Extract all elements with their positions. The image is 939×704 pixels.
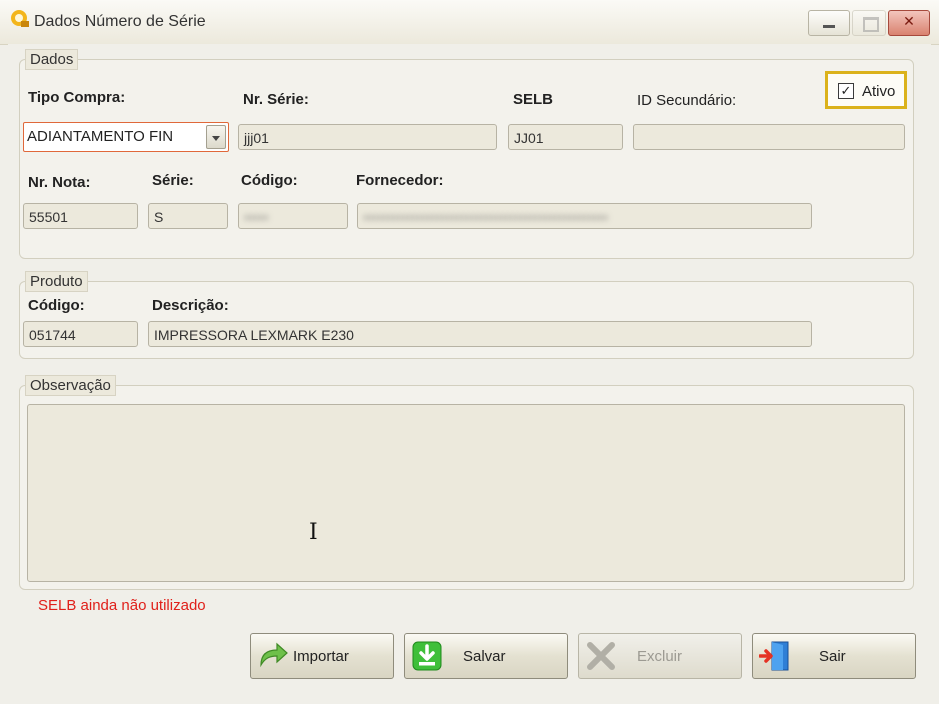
window-content: Dados Tipo Compra: ADIANTAMENTO FIN Nr. … (8, 44, 931, 696)
tipo-compra-value: ADIANTAMENTO FIN (27, 128, 174, 145)
exit-door-icon (759, 641, 789, 671)
fornecedor-label: Fornecedor: (356, 172, 444, 189)
ativo-checkbox[interactable]: ✓ (838, 83, 854, 99)
nr-nota-label: Nr. Nota: (28, 174, 91, 191)
salvar-button[interactable]: Salvar (404, 633, 568, 679)
observacao-group-title: Observação (25, 375, 116, 396)
id-secundario-label: ID Secundário: (637, 92, 737, 109)
dados-group-title: Dados (25, 49, 79, 70)
excluir-label: Excluir (637, 648, 683, 665)
nr-serie-input[interactable]: jjj01 (238, 124, 497, 150)
app-logo-icon (11, 10, 29, 27)
window-title: Dados Número de Série (34, 13, 206, 30)
title-bar: Dados Número de Série ✕ (0, 0, 939, 45)
codigo-input[interactable]: ••••• (238, 203, 348, 229)
chevron-down-icon[interactable] (206, 125, 226, 149)
status-message: SELB ainda não utilizado (38, 597, 206, 614)
close-icon: ✕ (903, 13, 915, 29)
maximize-button (852, 10, 886, 36)
produto-group: Produto Código: 051744 Descrição: IMPRES… (19, 271, 914, 359)
dados-group: Dados Tipo Compra: ADIANTAMENTO FIN Nr. … (19, 49, 914, 259)
nr-serie-label: Nr. Série: (243, 91, 309, 108)
serie-label: Série: (152, 172, 194, 189)
produto-codigo-input[interactable]: 051744 (23, 321, 138, 347)
serie-input[interactable]: S (148, 203, 228, 229)
tipo-compra-label: Tipo Compra: (28, 89, 126, 106)
id-secundario-input[interactable] (633, 124, 905, 150)
excluir-button: Excluir (578, 633, 742, 679)
salvar-label: Salvar (463, 648, 506, 665)
ativo-checkbox-container[interactable]: ✓ Ativo (825, 71, 907, 109)
text-cursor-icon: I (309, 520, 318, 545)
codigo-label: Código: (241, 172, 298, 189)
importar-button[interactable]: Importar (250, 633, 394, 679)
fornecedor-input[interactable]: ••••••••••••••••••••••••••••••••••••••••… (357, 203, 812, 229)
close-button[interactable]: ✕ (888, 10, 930, 36)
tipo-compra-select[interactable]: ADIANTAMENTO FIN (23, 122, 229, 152)
selb-label: SELB (513, 91, 554, 108)
sair-label: Sair (819, 648, 846, 665)
observacao-textarea[interactable] (27, 404, 905, 582)
delete-x-icon (587, 642, 615, 670)
ativo-label: Ativo (862, 83, 896, 100)
importar-label: Importar (293, 648, 349, 665)
produto-codigo-label: Código: (28, 297, 85, 314)
import-arrow-icon (260, 642, 288, 668)
sair-button[interactable]: Sair (752, 633, 916, 679)
minimize-button[interactable] (808, 10, 850, 36)
nr-nota-input[interactable]: 55501 (23, 203, 138, 229)
selb-input[interactable]: JJ01 (508, 124, 623, 150)
save-download-icon (412, 641, 442, 671)
produto-group-title: Produto (25, 271, 88, 292)
descricao-label: Descrição: (152, 297, 229, 314)
descricao-input[interactable]: IMPRESSORA LEXMARK E230 (148, 321, 812, 347)
